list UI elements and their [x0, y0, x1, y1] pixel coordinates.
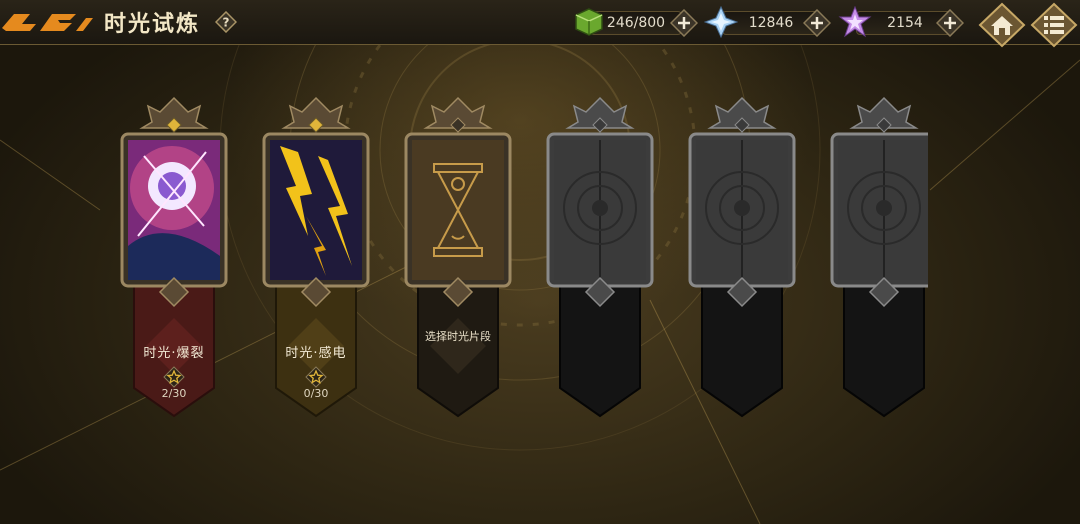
top-bar: 时光试炼 ? 246/800 12846 2154 — [0, 0, 1080, 48]
blue-crystal-icon — [703, 5, 739, 39]
slot-name: 时光·感电 — [285, 346, 347, 361]
time-fragment-slot-locked — [824, 96, 928, 418]
purple-star-gem-icon — [838, 5, 872, 38]
plus-icon — [669, 8, 699, 38]
home-icon — [978, 2, 1026, 48]
home-button[interactable] — [978, 2, 1026, 48]
slot-frame — [404, 96, 512, 418]
time-fragment-slot-select[interactable]: 选择时光片段 — [398, 96, 518, 418]
page-title: 时光试炼 — [104, 12, 201, 37]
slot-progress: 0/30 — [303, 387, 329, 400]
locked-slot-frame — [830, 96, 928, 418]
back-button[interactable] — [0, 4, 95, 40]
question-diamond-icon[interactable]: ? — [214, 10, 238, 34]
select-fragment-prompt: 选择时光片段 — [425, 330, 491, 343]
star-icon — [305, 366, 327, 388]
green-cube-icon — [572, 6, 606, 38]
time-fragment-slot-electric[interactable]: 时光·感电 0/30 — [256, 96, 376, 418]
plus-icon — [802, 8, 832, 38]
slot-name: 时光·爆裂 — [143, 346, 205, 361]
plus-icon — [935, 8, 965, 38]
add-crystal-button[interactable] — [802, 8, 833, 38]
add-stamina-button[interactable] — [669, 8, 700, 38]
slot-progress: 2/30 — [161, 387, 187, 400]
locked-slot-frame — [688, 96, 796, 418]
star-icon — [163, 366, 185, 388]
menu-button[interactable] — [1030, 2, 1078, 48]
time-fragment-slot-burst[interactable]: 时光·爆裂 2/30 — [114, 96, 234, 418]
add-star-gem-button[interactable] — [935, 8, 966, 38]
svg-text:?: ? — [223, 16, 230, 30]
time-fragment-slot-locked — [540, 96, 660, 418]
back-arrow-icon — [2, 14, 93, 31]
time-fragment-slot-locked — [682, 96, 802, 418]
menu-icon — [1030, 2, 1078, 48]
locked-slot-frame — [546, 96, 654, 418]
